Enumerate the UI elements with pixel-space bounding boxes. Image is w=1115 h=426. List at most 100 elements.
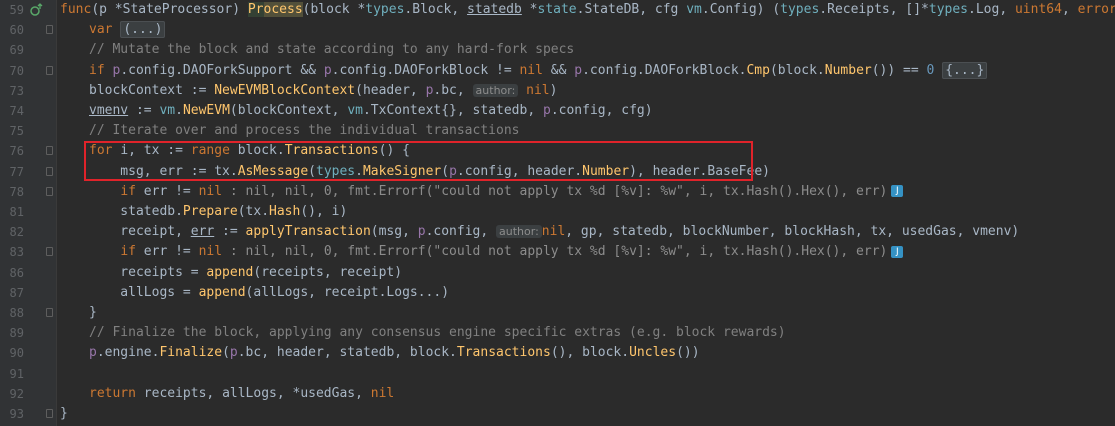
- code-text[interactable]: statedb.Prepare(tx.Hash(), i): [89, 202, 347, 222]
- code-token: return: [89, 385, 144, 401]
- code-text[interactable]: if err != nil : nil, nil, 0, fmt.Errorf(…: [89, 182, 904, 202]
- code-line[interactable]: 69 // Mutate the block and state accordin…: [0, 40, 1115, 60]
- code-token: error: [1077, 2, 1115, 17]
- code-text[interactable]: allLogs = append(allLogs, receipt.Logs..…: [89, 283, 449, 303]
- code-token: i, tx :=: [120, 143, 191, 159]
- code-editor[interactable]: 59 func(p *StateProcessor) Process(block …: [0, 0, 1115, 426]
- line-number: 88: [9, 306, 24, 320]
- go-run-icon[interactable]: [30, 3, 44, 17]
- code-token: Finalize: [159, 345, 223, 361]
- fold-toggle-icon[interactable]: [46, 247, 53, 257]
- code-line[interactable]: 88}: [0, 303, 1115, 323]
- code-text[interactable]: receipt, err := applyTransaction(msg, p.…: [89, 222, 1019, 242]
- line-number: 93: [9, 407, 24, 421]
- navigate-icon[interactable]: J: [891, 245, 904, 258]
- code-token: ): [549, 82, 558, 98]
- code-token: p: [323, 62, 332, 78]
- fold-toggle-icon[interactable]: [46, 25, 53, 35]
- code-line[interactable]: 74 vmenv := vm.NewEVM(blockContext, vm.Tx…: [0, 101, 1115, 121]
- code-token: () {: [378, 143, 410, 159]
- line-number: 75: [9, 124, 24, 139]
- line-number: 87: [9, 285, 24, 300]
- code-token: receipt,: [89, 224, 191, 240]
- code-token: // Mutate the block and state according …: [89, 42, 575, 58]
- folded-region[interactable]: (...): [120, 21, 166, 39]
- fold-toggle-icon[interactable]: [46, 409, 53, 418]
- code-text[interactable]: receipts = append(receipts, receipt): [89, 263, 402, 283]
- code-line[interactable]: 77 msg, err := tx.AsMessage(types.MakeSi…: [0, 162, 1115, 182]
- code-token: p: [417, 224, 426, 240]
- folded-region[interactable]: {...}: [942, 61, 988, 79]
- code-text[interactable]: // Mutate the block and state according …: [89, 40, 574, 60]
- code-line[interactable]: 90 p.engine.Finalize(p.bc, header, stated…: [0, 343, 1115, 363]
- code-token: *: [521, 2, 538, 17]
- code-text[interactable]: }: [89, 303, 97, 323]
- code-token: *: [114, 2, 123, 17]
- code-line[interactable]: 75 // Iterate over and process the indivi…: [0, 121, 1115, 141]
- code-token: .config, header.: [456, 163, 583, 179]
- code-token: p: [89, 345, 97, 361]
- code-line[interactable]: 70 if p.config.DAOForkSupport && p.config…: [0, 61, 1115, 81]
- code-text[interactable]: // Iterate over and process the individu…: [89, 121, 519, 141]
- code-text[interactable]: if err != nil : nil, nil, 0, fmt.Errorf(…: [89, 242, 904, 262]
- fold-toggle-icon[interactable]: [46, 65, 53, 75]
- code-text[interactable]: p.engine.Finalize(p.bc, header, statedb,…: [89, 343, 700, 363]
- code-token: msg, err := tx.: [89, 163, 238, 179]
- line-number: 82: [9, 225, 24, 240]
- code-text[interactable]: return receipts, allLogs, *usedGas, nil: [89, 384, 394, 404]
- code-line[interactable]: 81 statedb.Prepare(tx.Hash(), i): [0, 202, 1115, 222]
- code-line[interactable]: 87 allLogs = append(allLogs, receipt.Log…: [0, 283, 1115, 303]
- code-text[interactable]: if p.config.DAOForkSupport && p.config.D…: [89, 61, 988, 81]
- code-token: p: [229, 345, 238, 361]
- code-line[interactable]: 60 var (...): [0, 20, 1115, 40]
- code-token: nil: [198, 244, 230, 260]
- code-line[interactable]: 92 return receipts, allLogs, *usedGas, ni…: [0, 384, 1115, 404]
- code-token: , gp, statedb, blockNumber, blockHash, t…: [565, 224, 1020, 240]
- line-number: 60: [9, 23, 24, 38]
- fold-toggle-icon[interactable]: [46, 146, 53, 156]
- code-text[interactable]: var (...): [89, 20, 166, 40]
- code-line[interactable]: 83 if err != nil : nil, nil, 0, fmt.Erro…: [0, 242, 1115, 262]
- code-line[interactable]: 93}: [0, 404, 1115, 424]
- code-text[interactable]: blockContext := NewEVMBlockContext(heade…: [89, 81, 557, 101]
- code-line[interactable]: 59 func(p *StateProcessor) Process(block …: [0, 0, 1115, 20]
- code-text[interactable]: vmenv := vm.NewEVM(blockContext, vm.TxCo…: [89, 101, 653, 121]
- code-token: for: [89, 143, 121, 159]
- code-line[interactable]: 82 receipt, err := applyTransaction(msg,…: [0, 222, 1115, 242]
- code-token: types: [780, 2, 820, 17]
- code-token: (), i): [300, 204, 348, 219]
- code-line[interactable]: 78 if err != nil : nil, nil, 0, fmt.Erro…: [0, 182, 1115, 202]
- code-token: Number: [582, 163, 630, 179]
- code-token: statedb: [467, 2, 522, 17]
- fold-toggle-icon[interactable]: [46, 166, 53, 176]
- code-text[interactable]: msg, err := tx.AsMessage(types.MakeSigne…: [89, 162, 770, 182]
- navigate-icon[interactable]: J: [891, 185, 904, 198]
- code-token: (block.: [769, 62, 825, 78]
- code-line[interactable]: 76 for i, tx := range block.Transactions(…: [0, 141, 1115, 161]
- line-number: 83: [9, 245, 24, 260]
- line-number: 74: [9, 104, 24, 118]
- code-line[interactable]: 91: [0, 364, 1115, 384]
- code-token: if: [120, 183, 144, 199]
- fold-toggle-icon[interactable]: [46, 186, 53, 196]
- code-token: err !=: [143, 244, 199, 260]
- code-token: p: [99, 2, 115, 17]
- code-text[interactable]: func(p *StateProcessor) Process(block *t…: [60, 0, 1115, 20]
- code-text[interactable]: // Finalize the block, applying any cons…: [89, 323, 786, 343]
- code-token: receipts, allLogs, *usedGas,: [143, 385, 371, 401]
- code-text[interactable]: for i, tx := range block.Transactions() …: [89, 141, 410, 161]
- code-token: p: [542, 103, 551, 118]
- fold-toggle-icon[interactable]: [46, 308, 53, 317]
- code-line[interactable]: 73 blockContext := NewEVMBlockContext(hea…: [0, 81, 1115, 101]
- folded-expression: : nil, nil, 0, fmt.Errorf("could not app…: [229, 244, 888, 260]
- code-line[interactable]: 86 receipts = append(receipts, receipt): [0, 263, 1115, 283]
- code-token: .engine.: [96, 345, 160, 361]
- code-token: (: [222, 345, 230, 361]
- code-token: .config, cfg): [550, 103, 653, 118]
- code-token: applyTransaction: [245, 224, 371, 240]
- code-line[interactable]: 89 // Finalize the block, applying any co…: [0, 323, 1115, 343]
- line-number: 91: [9, 366, 24, 381]
- code-text[interactable]: }: [60, 404, 68, 424]
- code-token: err: [190, 224, 215, 240]
- code-token: if: [120, 244, 144, 260]
